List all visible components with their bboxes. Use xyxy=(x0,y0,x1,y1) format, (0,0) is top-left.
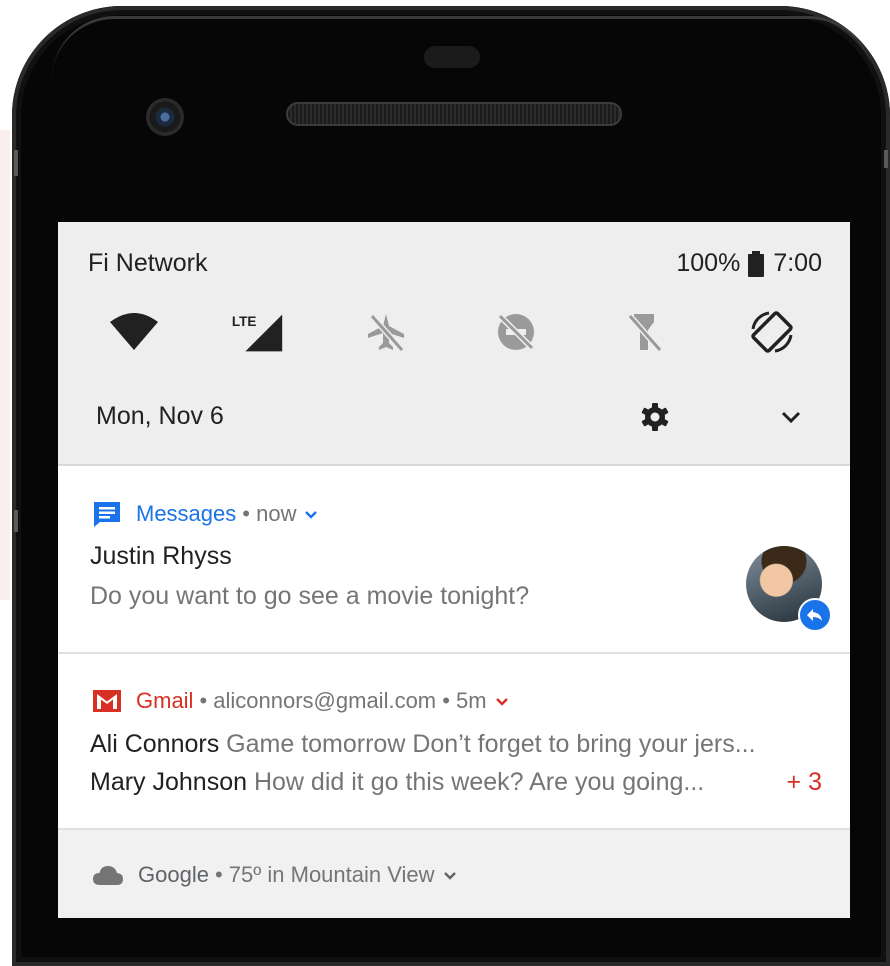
quick-settings-panel: Fi Network 100% 7:00 LTE Mon, Nov 6 xyxy=(58,222,850,465)
front-camera xyxy=(146,98,184,136)
lte-signal-icon: LTE xyxy=(232,314,283,352)
chevron-down-icon[interactable] xyxy=(776,402,806,432)
wifi-tile[interactable] xyxy=(104,304,164,360)
chevron-down-icon[interactable] xyxy=(493,692,511,710)
app-name: Messages xyxy=(136,501,237,526)
notification-header: Google • 75º in Mountain View xyxy=(92,862,459,888)
notification-shade: Fi Network 100% 7:00 LTE Mon, Nov 6 Mess… xyxy=(58,222,850,918)
airplane-mode-off-icon xyxy=(368,314,405,352)
reply-button[interactable] xyxy=(798,598,832,632)
chevron-down-icon[interactable] xyxy=(302,505,320,523)
do-not-disturb-off-icon xyxy=(497,313,535,351)
carrier-name: Fi Network xyxy=(88,249,208,277)
notification-meta: • 75º in Mountain View xyxy=(214,862,435,887)
gear-icon[interactable] xyxy=(640,402,670,432)
page-edge-tint xyxy=(0,130,10,600)
status-indicators: 100% 7:00 xyxy=(676,249,822,278)
messages-notification[interactable]: Messages • now Justin Rhyss Do you want … xyxy=(58,466,850,652)
flashlight-off-icon xyxy=(627,314,663,352)
more-count: + 3 xyxy=(786,768,822,796)
clock: 7:00 xyxy=(773,249,822,277)
gmail-app-icon xyxy=(93,690,121,712)
mobile-data-tile[interactable]: LTE xyxy=(228,304,288,360)
earpiece-speaker xyxy=(286,102,622,126)
airplane-mode-tile[interactable] xyxy=(356,304,416,360)
side-button xyxy=(14,510,18,532)
app-name: Google xyxy=(138,862,209,887)
notification-text: Do you want to go see a movie tonight? xyxy=(90,582,530,610)
notification-meta: • now xyxy=(242,501,297,526)
date-label: Mon, Nov 6 xyxy=(96,402,224,430)
notification-meta: • aliconnors@gmail.com • 5m xyxy=(199,688,487,713)
email-row[interactable]: Ali Connors Game tomorrow Don’t forget t… xyxy=(90,730,756,759)
email-sender: Mary Johnson xyxy=(90,768,248,796)
flashlight-tile[interactable] xyxy=(614,304,674,360)
cloud-icon xyxy=(93,866,123,885)
auto-rotate-tile[interactable] xyxy=(742,304,802,360)
email-snippet: How did it go this week? Are you going..… xyxy=(247,768,705,796)
notification-header: Messages • now xyxy=(92,500,320,528)
proximity-sensor xyxy=(424,46,480,68)
notification-header: Gmail • aliconnors@gmail.com • 5m xyxy=(92,688,511,714)
side-button xyxy=(884,150,888,168)
reply-icon xyxy=(807,609,822,621)
messages-app-icon xyxy=(94,502,120,527)
wifi-icon xyxy=(110,313,158,350)
auto-rotate-icon xyxy=(751,311,793,353)
chevron-down-icon[interactable] xyxy=(441,866,459,884)
lte-label: LTE xyxy=(232,314,257,329)
battery-icon xyxy=(748,250,765,277)
email-snippet: Game tomorrow Don’t forget to bring your… xyxy=(219,730,756,758)
notification-title: Justin Rhyss xyxy=(90,542,232,570)
email-row[interactable]: Mary Johnson How did it go this week? Ar… xyxy=(90,768,704,797)
email-sender: Ali Connors xyxy=(90,730,220,758)
side-button xyxy=(14,150,18,176)
do-not-disturb-tile[interactable] xyxy=(486,304,546,360)
app-name: Gmail xyxy=(136,688,194,713)
battery-percent: 100% xyxy=(676,249,741,277)
gmail-notification[interactable]: Gmail • aliconnors@gmail.com • 5m Ali Co… xyxy=(58,654,850,828)
google-weather-notification[interactable]: Google • 75º in Mountain View xyxy=(58,830,850,918)
